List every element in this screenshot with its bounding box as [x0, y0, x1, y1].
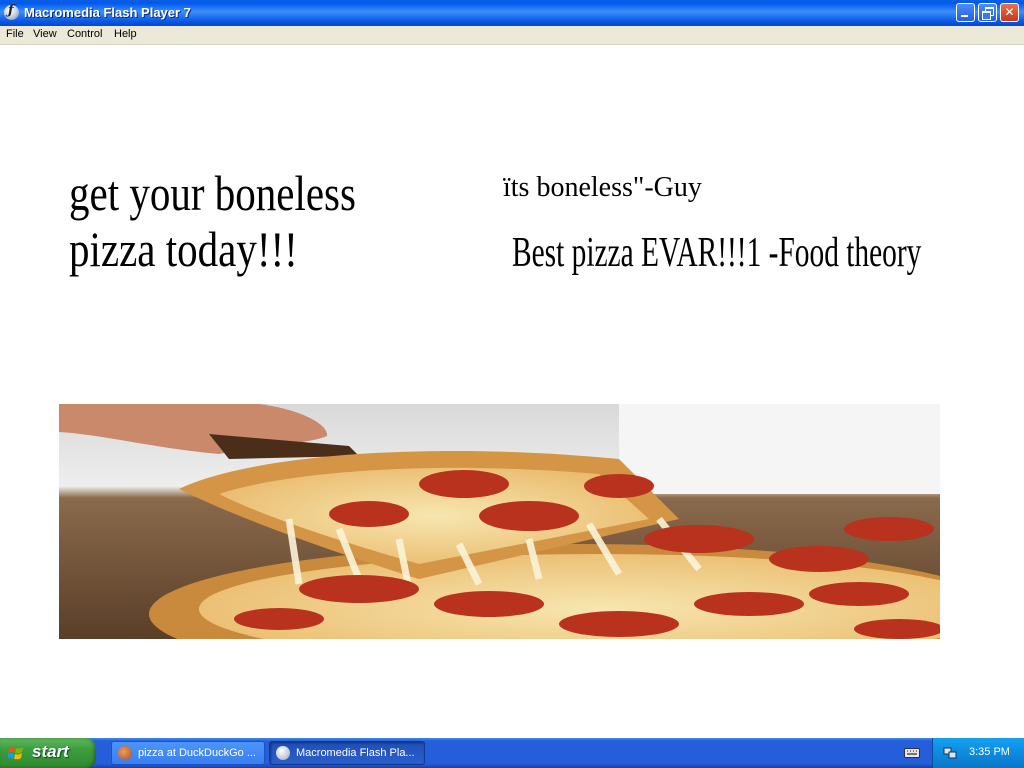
menu-view[interactable]: View	[33, 28, 57, 40]
title-bar[interactable]: Macromedia Flash Player 7 ✕	[0, 0, 1024, 26]
duckduckgo-icon	[118, 746, 132, 760]
minimize-icon	[961, 15, 968, 17]
pizza-illustration	[59, 404, 940, 639]
close-icon: ✕	[1004, 5, 1015, 19]
menu-help[interactable]: Help	[114, 28, 137, 40]
menu-bar: File View Control Help	[0, 26, 1024, 45]
clock[interactable]: 3:35 PM	[969, 746, 1010, 758]
quote-food-theory: Best pizza EVAR!!!1 -Food theory	[512, 230, 922, 276]
taskbar-item-label: pizza at DuckDuckGo ...	[138, 747, 256, 759]
headline-line-1: get your boneless	[69, 165, 356, 221]
taskbar-item-duckduckgo[interactable]: pizza at DuckDuckGo ...	[111, 741, 265, 765]
taskbar: start pizza at DuckDuckGo ... Macromedia…	[0, 738, 1024, 768]
headline-line-2: pizza today!!!	[69, 221, 298, 277]
start-button[interactable]: start	[0, 738, 96, 768]
flash-content-area[interactable]: get your boneless pizza today!!! ïts bon…	[0, 45, 1024, 738]
window-title: Macromedia Flash Player 7	[24, 5, 191, 20]
flash-player-icon	[4, 3, 19, 20]
windows-flag-icon	[8, 746, 23, 760]
restore-icon-front	[982, 11, 991, 20]
quote-guy: ïts boneless"-Guy	[503, 172, 702, 203]
minimize-button[interactable]	[956, 3, 975, 22]
taskbar-item-flash-player[interactable]: Macromedia Flash Pla...	[269, 741, 425, 765]
flash-icon	[276, 746, 290, 760]
restore-button[interactable]	[978, 3, 997, 22]
headline: get your boneless pizza today!!!	[69, 165, 413, 277]
menu-control[interactable]: Control	[67, 28, 102, 40]
start-label: start	[32, 742, 69, 761]
network-icon[interactable]	[943, 746, 957, 760]
keyboard-icon[interactable]	[904, 746, 920, 759]
system-tray: 3:35 PM	[932, 738, 1024, 768]
close-button[interactable]: ✕	[1000, 3, 1019, 22]
menu-file[interactable]: File	[6, 28, 24, 40]
taskbar-item-label: Macromedia Flash Pla...	[296, 747, 415, 759]
pizza-image	[59, 404, 940, 639]
